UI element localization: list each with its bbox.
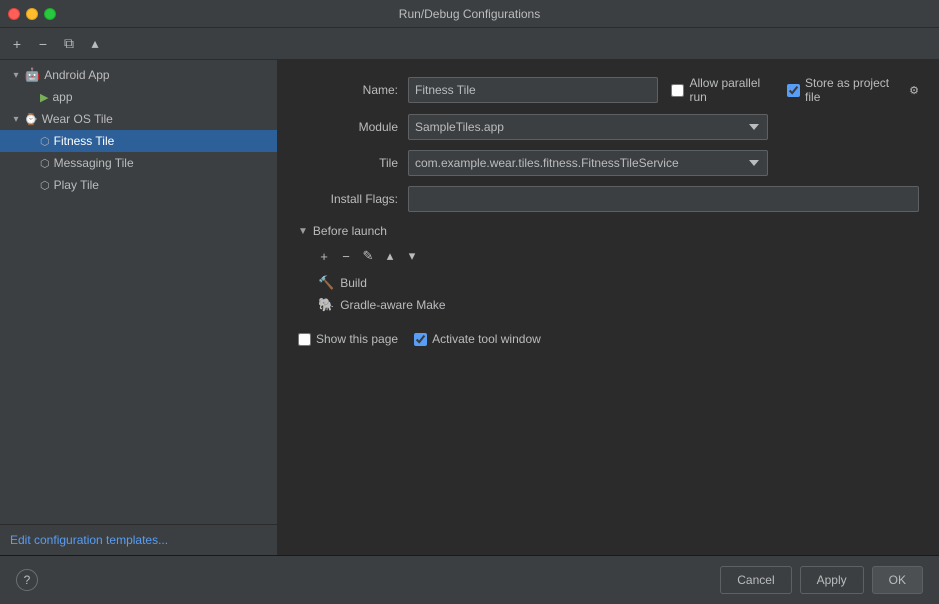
- tile-row: Tile com.example.wear.tiles.fitness.Fitn…: [298, 150, 919, 176]
- section-collapse-arrow: ▼: [298, 226, 308, 237]
- footer: ? Cancel Apply OK: [0, 555, 939, 604]
- allow-parallel-label: Allow parallel run: [689, 76, 775, 104]
- edit-config-templates-link[interactable]: Edit configuration templates...: [0, 524, 277, 555]
- move-config-up-button[interactable]: ▴: [84, 33, 106, 55]
- show-page-label: Show this page: [316, 332, 398, 346]
- gradle-task-label: Gradle-aware Make: [340, 298, 445, 312]
- store-project-label: Store as project file: [805, 76, 901, 104]
- move-task-up-button[interactable]: ▴: [380, 246, 400, 266]
- activate-tool-checkbox[interactable]: [414, 333, 427, 346]
- bottom-options: Show this page Activate tool window: [298, 332, 919, 346]
- build-task-label: Build: [340, 276, 367, 290]
- move-task-down-button[interactable]: ▾: [402, 246, 422, 266]
- android-app-label: Android App: [44, 68, 109, 82]
- before-launch-toolbar: + − ✎ ▴ ▾: [314, 246, 919, 266]
- gradle-icon: 🐘: [318, 297, 334, 313]
- allow-parallel-checkbox[interactable]: [671, 84, 684, 97]
- allow-parallel-checkbox-group: Allow parallel run: [671, 76, 775, 104]
- before-launch-section: ▼ Before launch + − ✎ ▴ ▾ 🔨 Build: [298, 224, 919, 346]
- sidebar-item-wear-os[interactable]: ▾ ⌚ Wear OS Tile: [0, 108, 277, 130]
- sidebar-item-android-app[interactable]: ▾ 🤖 Android App: [0, 64, 277, 86]
- expand-arrow-android-app: ▾: [8, 70, 24, 81]
- task-build[interactable]: 🔨 Build: [314, 272, 919, 294]
- sidebar-item-app[interactable]: ▶ app: [0, 86, 277, 108]
- title-bar: Run/Debug Configurations: [0, 0, 939, 28]
- activate-tool-group: Activate tool window: [414, 332, 541, 346]
- show-page-checkbox[interactable]: [298, 333, 311, 346]
- close-button[interactable]: [8, 8, 20, 20]
- show-page-group: Show this page: [298, 332, 398, 346]
- wear-os-label: Wear OS Tile: [42, 112, 113, 126]
- before-launch-header[interactable]: ▼ Before launch: [298, 224, 919, 238]
- config-detail-panel: Name: Allow parallel run Store as projec…: [278, 60, 939, 555]
- install-flags-row: Install Flags:: [298, 186, 919, 212]
- maximize-button[interactable]: [44, 8, 56, 20]
- tile-icon-messaging: ⬡: [40, 157, 50, 170]
- run-config-icon-app: ▶: [40, 91, 48, 104]
- store-project-icon: ⚙: [909, 84, 919, 97]
- window-title: Run/Debug Configurations: [399, 7, 540, 21]
- name-row: Name: Allow parallel run Store as projec…: [298, 76, 919, 104]
- tile-label: Tile: [298, 156, 408, 170]
- module-label: Module: [298, 120, 408, 134]
- config-tree-panel: ▾ 🤖 Android App ▶ app ▾ ⌚ Wear OS Tile: [0, 60, 278, 555]
- sidebar-item-play-tile[interactable]: ⬡ Play Tile: [0, 174, 277, 196]
- wear-os-icon: ⌚: [24, 113, 38, 126]
- expand-arrow-wear-os: ▾: [8, 114, 24, 125]
- install-flags-input[interactable]: [408, 186, 919, 212]
- copy-config-button[interactable]: ⧉: [58, 33, 80, 55]
- config-form: Name: Allow parallel run Store as projec…: [278, 60, 939, 555]
- fitness-tile-label: Fitness Tile: [54, 134, 115, 148]
- minimize-button[interactable]: [26, 8, 38, 20]
- remove-task-button[interactable]: −: [336, 246, 356, 266]
- window-controls: [8, 8, 56, 20]
- android-icon: 🤖: [24, 67, 40, 83]
- name-label: Name:: [298, 83, 408, 97]
- name-input[interactable]: [408, 77, 658, 103]
- config-tree: ▾ 🤖 Android App ▶ app ▾ ⌚ Wear OS Tile: [0, 60, 277, 524]
- store-project-checkbox[interactable]: [787, 84, 800, 97]
- add-task-button[interactable]: +: [314, 246, 334, 266]
- module-select[interactable]: SampleTiles.app: [408, 114, 768, 140]
- apply-button[interactable]: Apply: [800, 566, 864, 594]
- sidebar-item-fitness-tile[interactable]: ⬡ Fitness Tile: [0, 130, 277, 152]
- module-row: Module SampleTiles.app: [298, 114, 919, 140]
- main-content: ▾ 🤖 Android App ▶ app ▾ ⌚ Wear OS Tile: [0, 60, 939, 555]
- cancel-button[interactable]: Cancel: [720, 566, 791, 594]
- sidebar-item-messaging-tile[interactable]: ⬡ Messaging Tile: [0, 152, 277, 174]
- task-gradle-make[interactable]: 🐘 Gradle-aware Make: [314, 294, 919, 316]
- install-flags-label: Install Flags:: [298, 192, 408, 206]
- tile-icon-fitness: ⬡: [40, 135, 50, 148]
- help-button[interactable]: ?: [16, 569, 38, 591]
- messaging-tile-label: Messaging Tile: [54, 156, 134, 170]
- app-label: app: [52, 90, 72, 104]
- main-toolbar: + − ⧉ ▴: [0, 28, 939, 60]
- edit-task-button[interactable]: ✎: [358, 246, 378, 266]
- play-tile-label: Play Tile: [54, 178, 99, 192]
- before-launch-label: Before launch: [313, 224, 387, 238]
- activate-tool-label: Activate tool window: [432, 332, 541, 346]
- store-project-checkbox-group: Store as project file ⚙: [787, 76, 919, 104]
- tile-icon-play: ⬡: [40, 179, 50, 192]
- ok-button[interactable]: OK: [872, 566, 923, 594]
- add-config-button[interactable]: +: [6, 33, 28, 55]
- task-list: 🔨 Build 🐘 Gradle-aware Make: [314, 272, 919, 316]
- remove-config-button[interactable]: −: [32, 33, 54, 55]
- build-icon: 🔨: [318, 275, 334, 291]
- tile-select[interactable]: com.example.wear.tiles.fitness.FitnessTi…: [408, 150, 768, 176]
